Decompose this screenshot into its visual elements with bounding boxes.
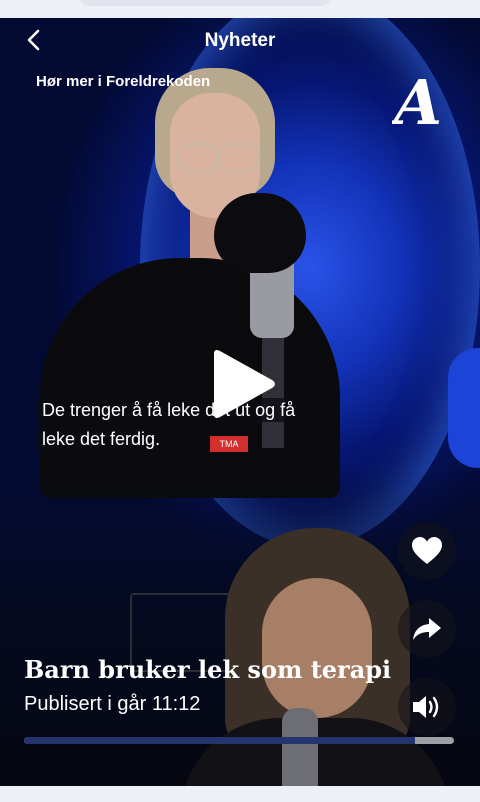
speaker-glasses (168, 143, 260, 173)
subtitle-line-2: leke det ferdig. (38, 427, 165, 451)
aftenposten-logo[interactable]: A (389, 66, 450, 139)
play-button[interactable] (206, 348, 278, 425)
video-subtitle: De trenger å få leke det ut og få leke d… (38, 396, 368, 454)
share-button[interactable] (398, 600, 456, 658)
bottom-bar (0, 786, 480, 802)
guest-microphone (282, 708, 318, 786)
video-title: Barn bruker lek som terapi (24, 655, 392, 684)
like-button[interactable] (398, 522, 456, 580)
browser-top-bar (0, 0, 480, 18)
progress-fill (24, 737, 416, 744)
mic-windscreen (214, 193, 306, 273)
url-bar[interactable] (80, 0, 330, 6)
play-icon (214, 350, 275, 418)
background-light (448, 348, 480, 468)
page-title: Nyheter (204, 30, 276, 51)
share-icon (413, 618, 441, 640)
volume-icon (413, 696, 439, 718)
podcast-promo-link[interactable]: Hør mer i Foreldrekoden (36, 73, 210, 90)
guest-face (262, 578, 372, 718)
logo-letter: A (392, 66, 442, 132)
video-progress-bar[interactable] (24, 737, 454, 744)
heart-icon (412, 537, 442, 564)
volume-button[interactable] (398, 678, 456, 736)
published-time: Publisert i går 11:12 (24, 693, 201, 715)
